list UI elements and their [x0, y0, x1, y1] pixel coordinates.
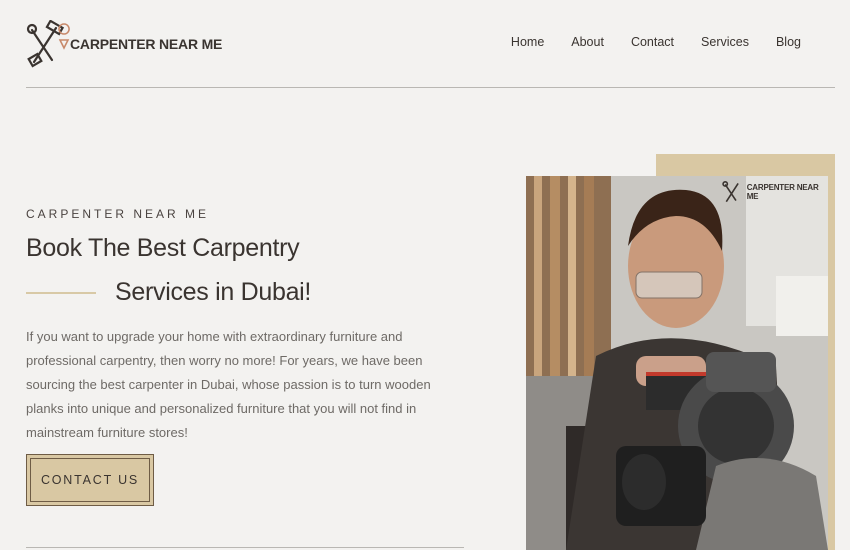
nav-home[interactable]: Home [511, 35, 544, 49]
site-logo[interactable]: CARPENTER NEAR ME [26, 20, 222, 68]
brand-name: CARPENTER NEAR ME [70, 36, 223, 52]
contact-us-label: CONTACT US [40, 473, 140, 487]
photo-watermark: CARPENTER NEAR ME [722, 178, 828, 206]
hero-eyebrow: CARPENTER NEAR ME [26, 207, 210, 221]
nav-contact[interactable]: Contact [631, 35, 674, 49]
nav-about[interactable]: About [571, 35, 604, 49]
nav-services[interactable]: Services [701, 35, 749, 49]
watermark-text: CARPENTER NEAR ME [746, 183, 819, 201]
nav-blog[interactable]: Blog [776, 35, 801, 49]
hero-headline-line2: Services in Dubai! [115, 278, 312, 306]
hero-photo-carpenter: CARPENTER NEAR ME [526, 176, 828, 550]
hammer-wrench-logo-icon [26, 20, 70, 68]
watermark-logo-icon [722, 180, 739, 203]
contact-us-button[interactable]: CONTACT US [26, 454, 154, 506]
hero-description: If you want to upgrade your home with ex… [26, 329, 431, 440]
hero-headline-line1: Book The Best Carpentry [26, 234, 300, 262]
content-divider [26, 547, 464, 548]
carpenter-illustration [526, 176, 828, 550]
main-nav: Home About Contact Services Blog [511, 35, 801, 49]
header-divider [26, 87, 835, 88]
headline-accent-line [26, 292, 96, 294]
